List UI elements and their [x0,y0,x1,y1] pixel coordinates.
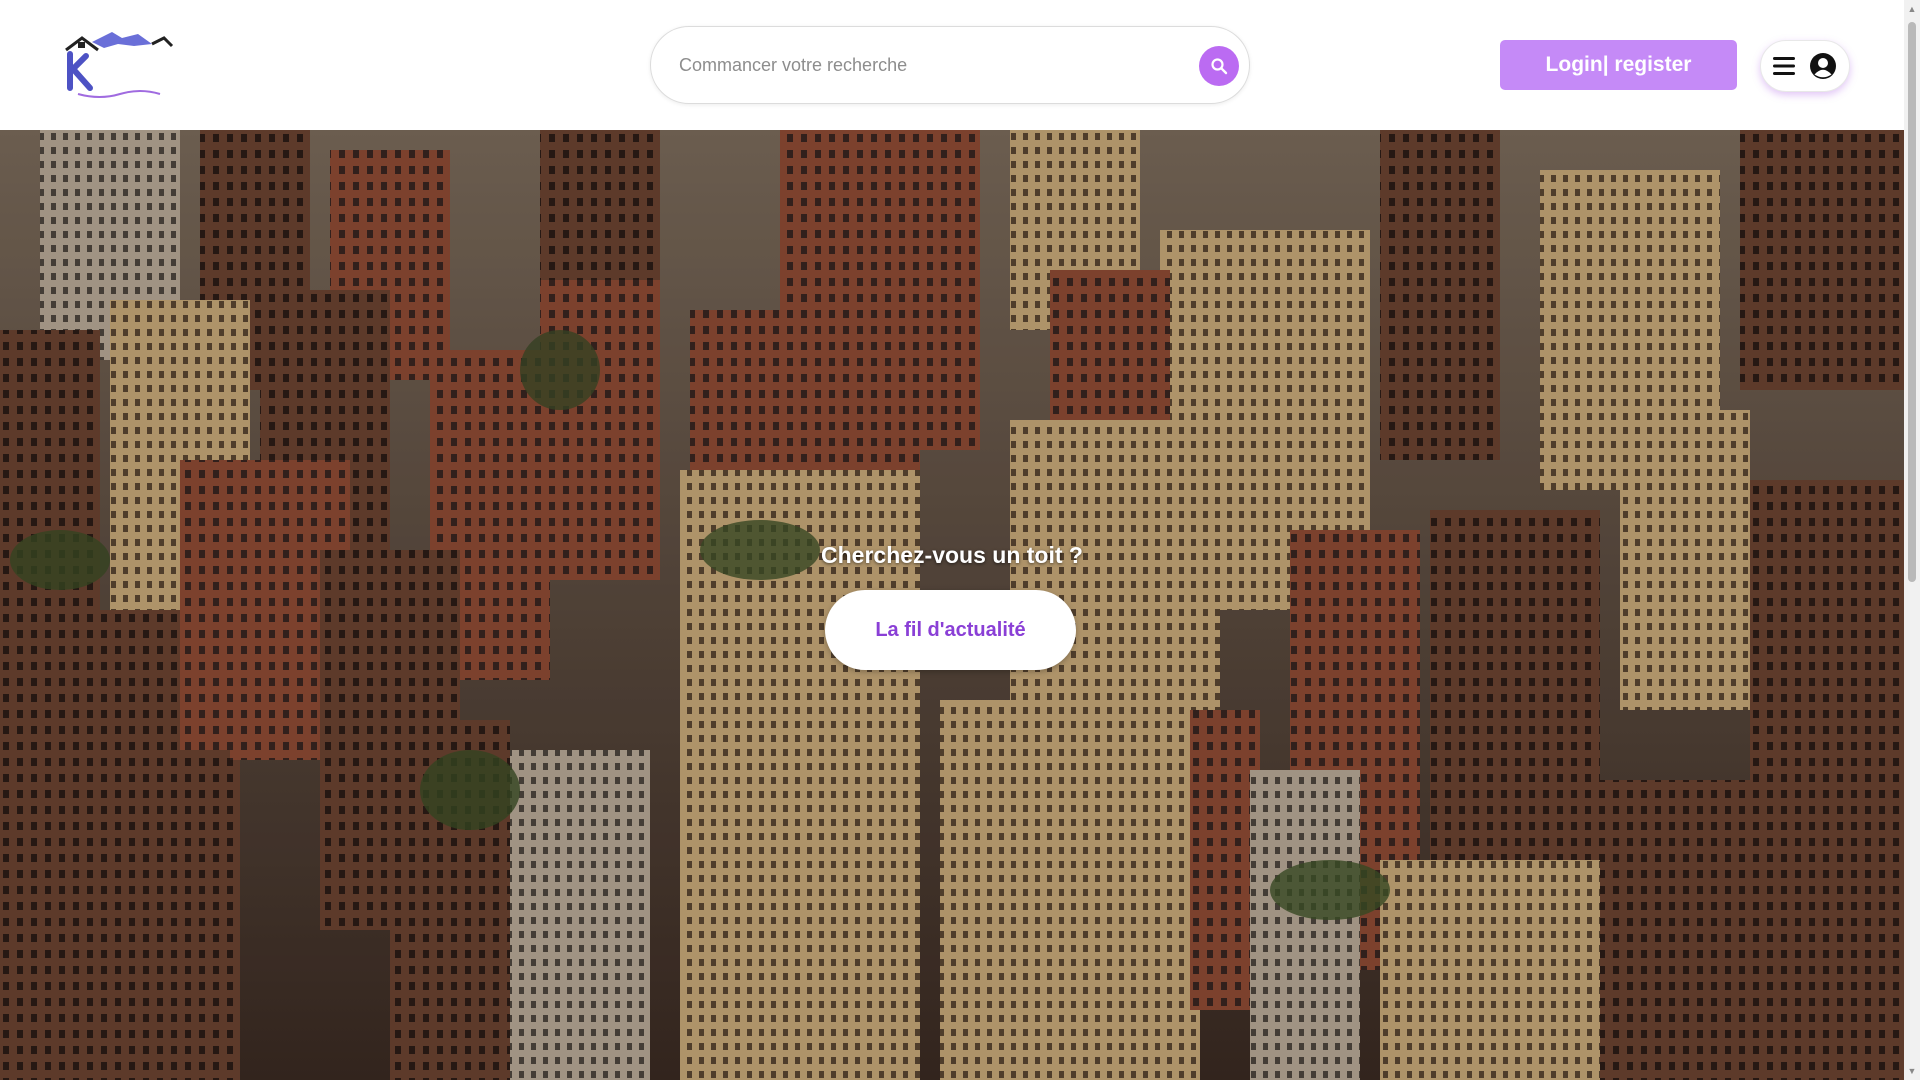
hero-title: Cherchez-vous un toit ? [821,542,1083,568]
top-navbar: Login| register [0,0,1920,130]
user-circle-icon [1810,53,1836,79]
hamburger-icon [1773,57,1795,75]
hero-section: Cherchez-vous un toit ? La fil d'actuali… [0,130,1904,1080]
login-register-button[interactable]: Login| register [1500,40,1737,90]
scroll-down-arrow-icon[interactable]: ▼ [1907,1066,1917,1076]
search-icon [1211,58,1228,75]
news-feed-button[interactable]: La fil d'actualité [825,590,1076,670]
search-bar [650,26,1250,104]
scroll-up-arrow-icon[interactable]: ▲ [1907,4,1917,14]
user-menu-button[interactable] [1760,40,1850,92]
site-logo[interactable] [60,28,180,100]
search-input[interactable] [679,27,1159,103]
page-scrollbar[interactable]: ▲ ▼ [1904,0,1920,1080]
logo-graphic [65,32,174,98]
scrollbar-thumb[interactable] [1908,22,1916,582]
search-button[interactable] [1199,46,1239,86]
